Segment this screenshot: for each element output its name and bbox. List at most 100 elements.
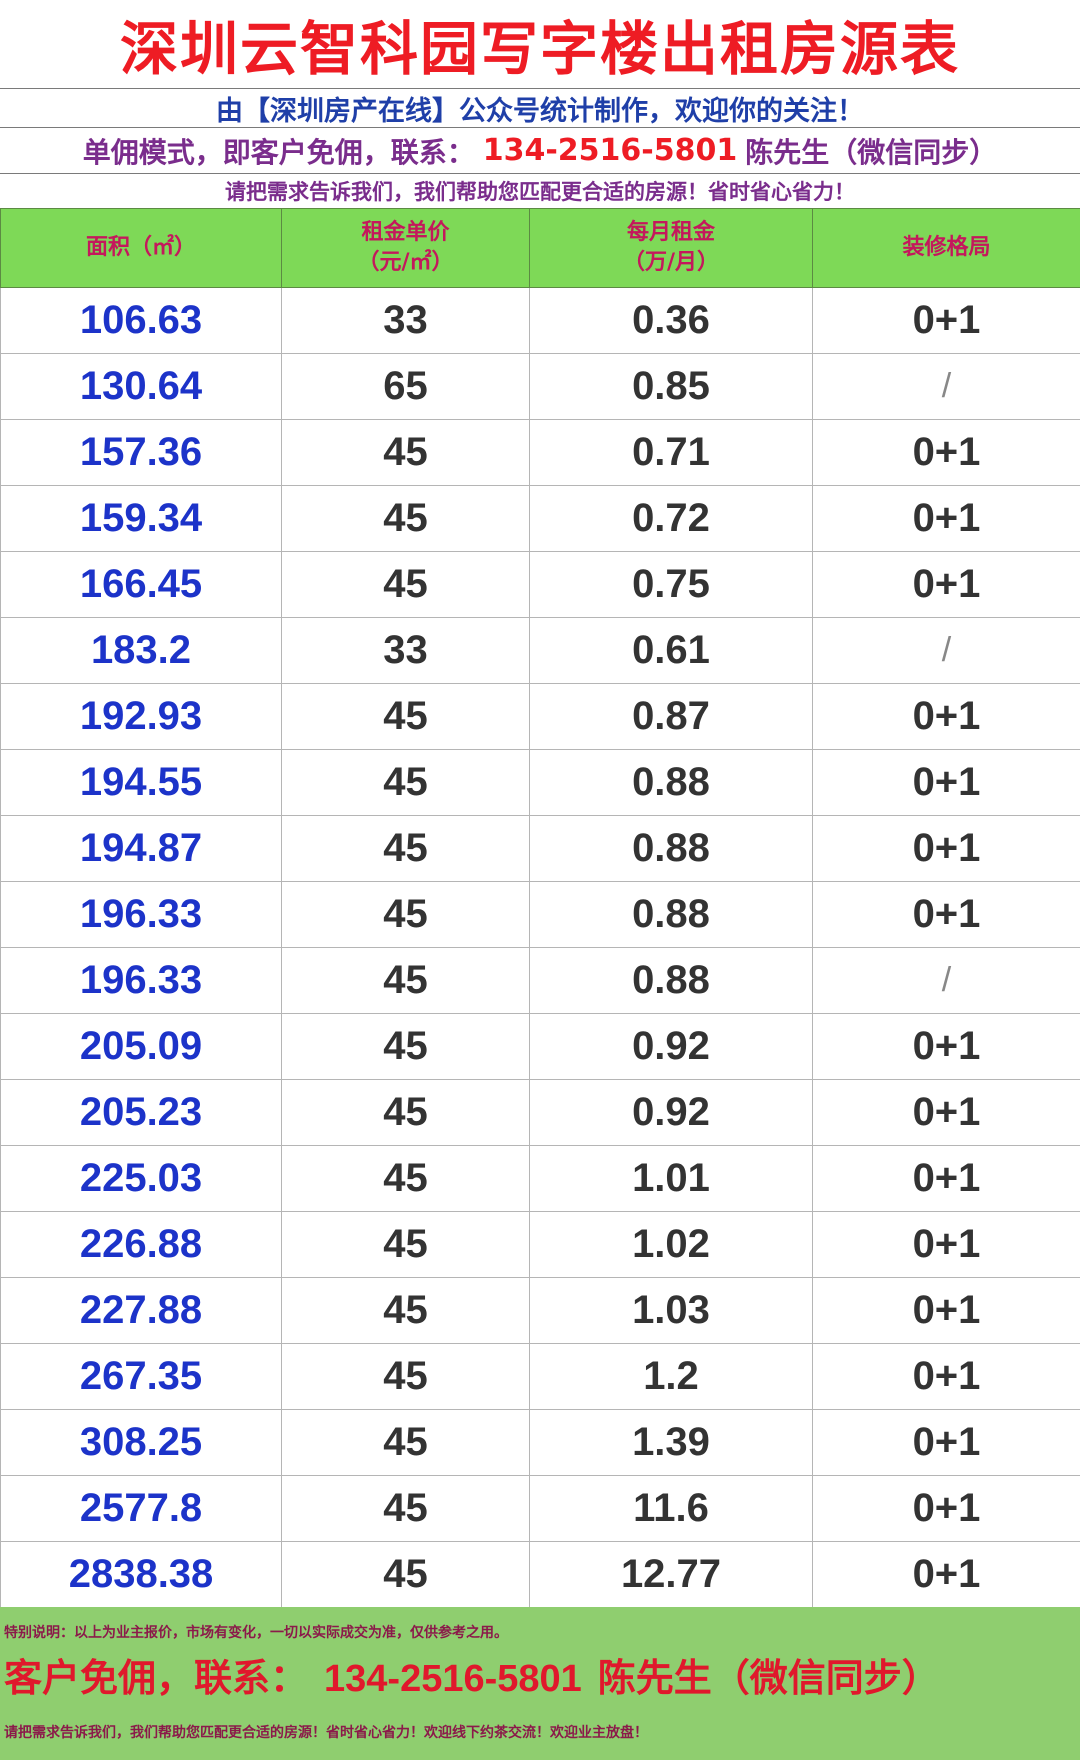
- area-cell: 106.63: [0, 287, 282, 354]
- contact-suffix: 陈先生（微信同步）: [745, 135, 998, 169]
- layout-cell: 0+1: [812, 1343, 1080, 1410]
- table-row: 225.03 45 1.01 0+1: [0, 1145, 1080, 1212]
- area-cell: 196.33: [0, 947, 282, 1014]
- area-cell: 205.23: [0, 1079, 282, 1146]
- area-cell: 205.09: [0, 1013, 282, 1080]
- unit-price-cell: 45: [281, 1475, 530, 1542]
- monthly-rent-cell: 0.85: [529, 353, 813, 420]
- layout-cell: 0+1: [812, 881, 1080, 948]
- column-header: 装修格局: [812, 208, 1080, 288]
- layout-cell: 0+1: [812, 1211, 1080, 1278]
- table-row: 166.45 45 0.75 0+1: [0, 551, 1080, 618]
- unit-price-cell: 45: [281, 1277, 530, 1344]
- unit-price-cell: 45: [281, 683, 530, 750]
- area-cell: 225.03: [0, 1145, 282, 1212]
- unit-price-cell: 45: [281, 1211, 530, 1278]
- unit-price-cell: 45: [281, 749, 530, 816]
- unit-price-cell: 45: [281, 419, 530, 486]
- table-row: 194.87 45 0.88 0+1: [0, 815, 1080, 882]
- unit-price-cell: 45: [281, 1145, 530, 1212]
- layout-cell: 0+1: [812, 419, 1080, 486]
- rental-listing-sheet: 深圳云智科园写字楼出租房源表 由【深圳房产在线】公众号统计制作，欢迎你的关注！ …: [0, 0, 1080, 1760]
- monthly-rent-cell: 0.87: [529, 683, 813, 750]
- layout-cell: 0+1: [812, 485, 1080, 552]
- unit-price-cell: 33: [281, 617, 530, 684]
- unit-price-cell: 45: [281, 1013, 530, 1080]
- monthly-rent-cell: 1.39: [529, 1409, 813, 1476]
- column-header: 面积（㎡）: [0, 208, 282, 288]
- table-row: 196.33 45 0.88 0+1: [0, 881, 1080, 948]
- table-row: 226.88 45 1.02 0+1: [0, 1211, 1080, 1278]
- table-row: 159.34 45 0.72 0+1: [0, 485, 1080, 552]
- monthly-rent-cell: 0.61: [529, 617, 813, 684]
- layout-cell: /: [812, 353, 1080, 420]
- monthly-rent-cell: 1.02: [529, 1211, 813, 1278]
- table-row: 183.2 33 0.61/: [0, 617, 1080, 684]
- monthly-rent-cell: 12.77: [529, 1541, 813, 1608]
- table-row: 267.35 45 1.2 0+1: [0, 1343, 1080, 1410]
- monthly-rent-cell: 0.71: [529, 419, 813, 486]
- table-row: 157.36 45 0.71 0+1: [0, 419, 1080, 486]
- layout-cell: 0+1: [812, 287, 1080, 354]
- column-header: 每月租金 （万/月）: [529, 208, 813, 288]
- footer-banner: 特别说明：以上为业主报价，市场有变化，一切以实际成交为准，仅供参考之用。 客户免…: [0, 1607, 1080, 1760]
- table-row: 205.09 45 0.92 0+1: [0, 1013, 1080, 1080]
- monthly-rent-cell: 11.6: [529, 1475, 813, 1542]
- footer-bottom-line: 请把需求告诉我们，我们帮助您匹配更合适的房源！省时省心省力！欢迎线下约茶交流！欢…: [4, 1725, 648, 1741]
- table-header-row: 面积（㎡） 租金单价 （元/㎡） 每月租金 （万/月） 装修格局: [0, 208, 1080, 288]
- layout-cell: 0+1: [812, 1079, 1080, 1146]
- column-header: 租金单价 （元/㎡）: [281, 208, 530, 288]
- unit-price-cell: 45: [281, 551, 530, 618]
- monthly-rent-cell: 0.92: [529, 1079, 813, 1146]
- area-cell: 130.64: [0, 353, 282, 420]
- layout-cell: /: [812, 617, 1080, 684]
- layout-cell: 0+1: [812, 1475, 1080, 1542]
- disclaimer-note: 特别说明：以上为业主报价，市场有变化，一切以实际成交为准，仅供参考之用。: [4, 1625, 508, 1641]
- contact-prefix: 单佣模式，即客户免佣，联系：: [82, 135, 475, 169]
- area-cell: 2838.38: [0, 1541, 282, 1608]
- unit-price-cell: 45: [281, 1343, 530, 1410]
- layout-cell: 0+1: [812, 1277, 1080, 1344]
- monthly-rent-cell: 0.75: [529, 551, 813, 618]
- footer-contact: 客户免佣，联系： 134-2516-5801 陈先生（微信同步）: [4, 1647, 940, 1702]
- footer-contact-prefix: 客户免佣，联系：: [4, 1656, 309, 1700]
- contact-line: 单佣模式，即客户免佣，联系： 134-2516-5801 陈先生（微信同步）: [0, 128, 1080, 174]
- table-row: 106.63 33 0.36 0+1: [0, 287, 1080, 354]
- layout-cell: 0+1: [812, 749, 1080, 816]
- monthly-rent-cell: 0.88: [529, 815, 813, 882]
- unit-price-cell: 45: [281, 1079, 530, 1146]
- table-row: 2577.8 45 11.6 0+1: [0, 1475, 1080, 1542]
- unit-price-cell: 45: [281, 881, 530, 948]
- monthly-rent-cell: 0.72: [529, 485, 813, 552]
- table-row: 196.33 45 0.88/: [0, 947, 1080, 1014]
- unit-price-cell: 65: [281, 353, 530, 420]
- publisher-line: 由【深圳房产在线】公众号统计制作，欢迎你的关注！: [0, 89, 1080, 128]
- area-cell: 159.34: [0, 485, 282, 552]
- monthly-rent-cell: 1.03: [529, 1277, 813, 1344]
- area-cell: 194.55: [0, 749, 282, 816]
- page-title: 深圳云智科园写字楼出租房源表: [0, 0, 1080, 89]
- area-cell: 227.88: [0, 1277, 282, 1344]
- layout-cell: 0+1: [812, 1409, 1080, 1476]
- table-row: 192.93 45 0.87 0+1: [0, 683, 1080, 750]
- request-line: 请把需求告诉我们，我们帮助您匹配更合适的房源！省时省心省力！: [225, 180, 855, 204]
- table-row: 2838.38 45 12.77 0+1: [0, 1541, 1080, 1608]
- monthly-rent-cell: 0.92: [529, 1013, 813, 1080]
- monthly-rent-cell: 0.36: [529, 287, 813, 354]
- layout-cell: 0+1: [812, 551, 1080, 618]
- monthly-rent-cell: 0.88: [529, 881, 813, 948]
- layout-cell: /: [812, 947, 1080, 1014]
- layout-cell: 0+1: [812, 1145, 1080, 1212]
- footer-contact-suffix: 陈先生（微信同步）: [597, 1656, 940, 1700]
- area-cell: 183.2: [0, 617, 282, 684]
- table-row: 227.88 45 1.03 0+1: [0, 1277, 1080, 1344]
- layout-cell: 0+1: [812, 815, 1080, 882]
- monthly-rent-cell: 0.88: [529, 749, 813, 816]
- unit-price-cell: 33: [281, 287, 530, 354]
- area-cell: 308.25: [0, 1409, 282, 1476]
- unit-price-cell: 45: [281, 815, 530, 882]
- layout-cell: 0+1: [812, 1013, 1080, 1080]
- area-cell: 192.93: [0, 683, 282, 750]
- area-cell: 226.88: [0, 1211, 282, 1278]
- table-row: 194.55 45 0.88 0+1: [0, 749, 1080, 816]
